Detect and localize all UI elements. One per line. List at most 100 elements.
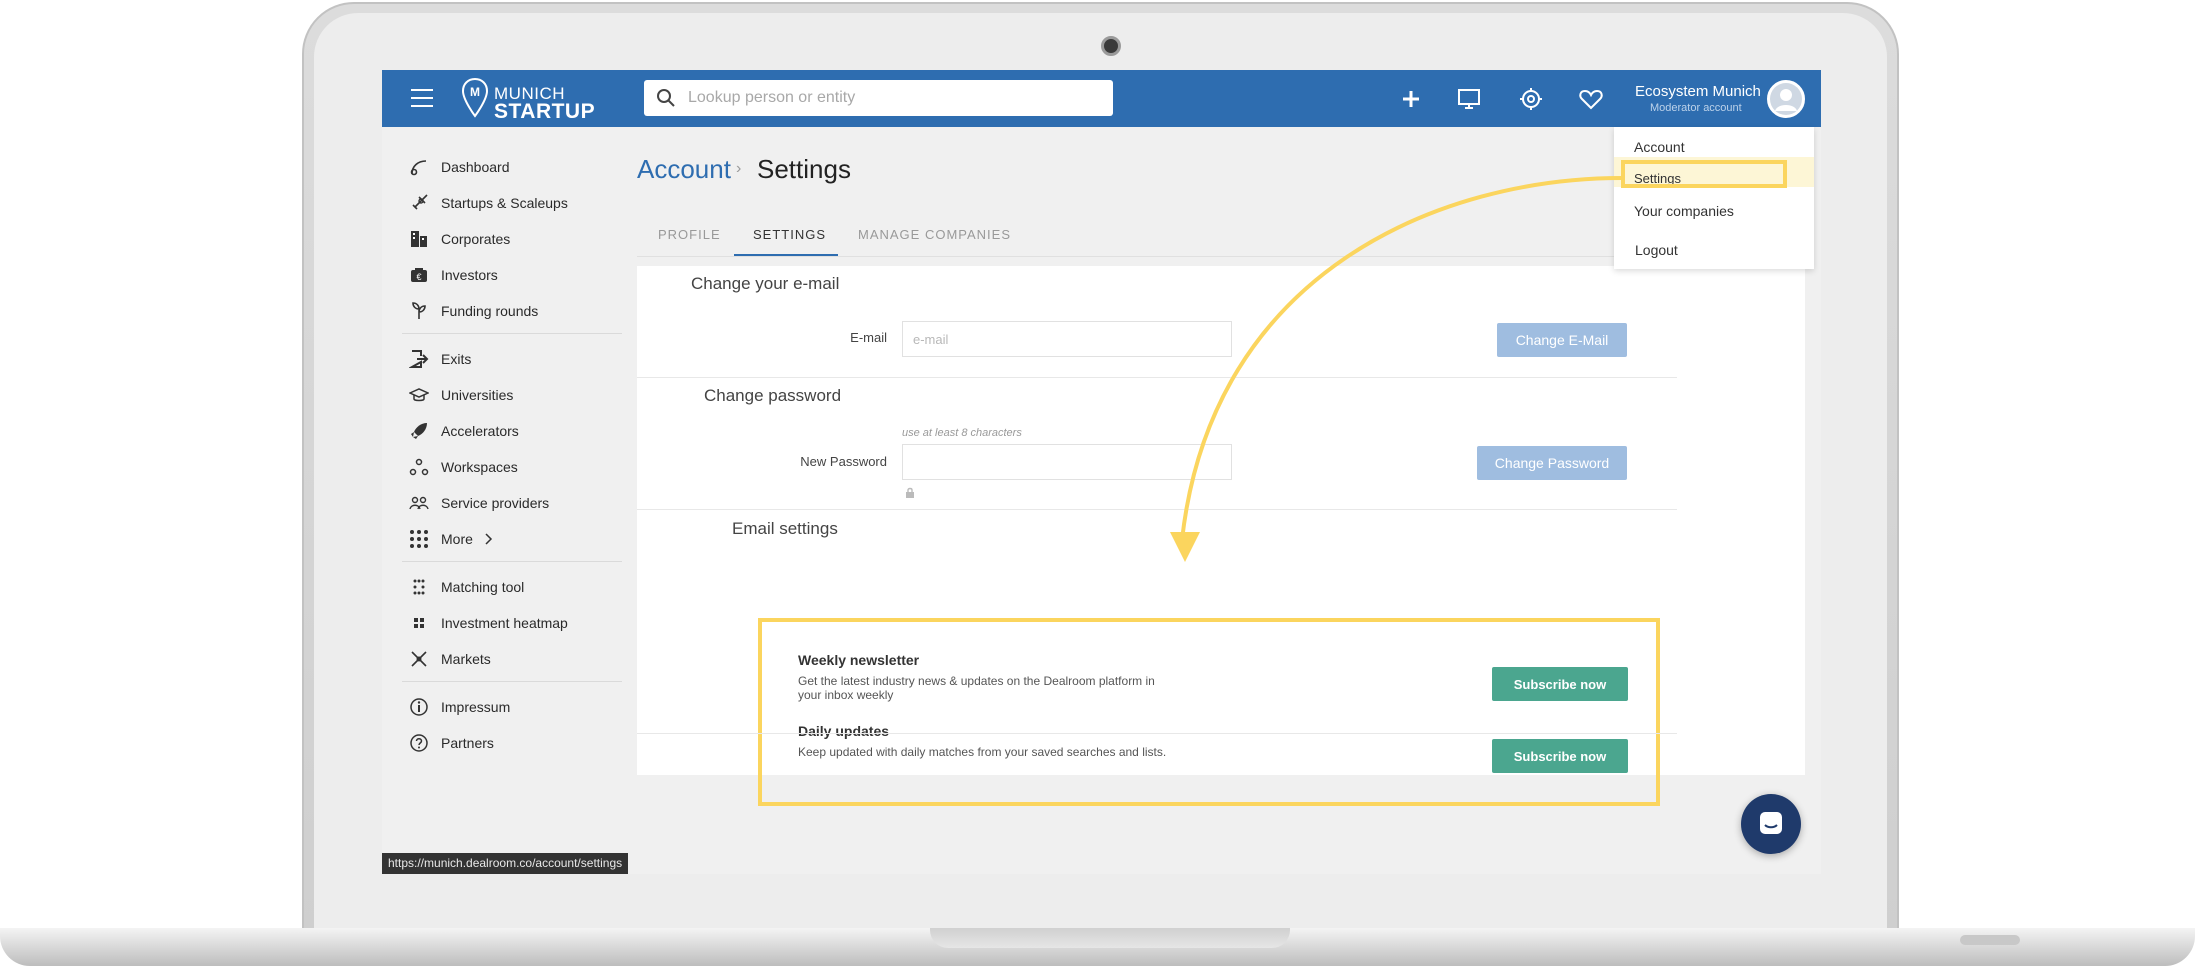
sidebar-item-funding-rounds[interactable]: Funding rounds <box>409 299 538 323</box>
sidebar: Dashboard Startups & Scaleups Corporates… <box>382 127 622 874</box>
sidebar-item-workspaces[interactable]: Workspaces <box>409 455 518 479</box>
network-icon <box>411 651 427 667</box>
newsletter-description: Get the latest industry news & updates o… <box>798 674 1155 702</box>
svg-text:€: € <box>416 272 421 282</box>
dropdown-item-your-companies[interactable]: Your companies <box>1634 203 1734 219</box>
lock-icon <box>906 487 914 498</box>
email-label: E-mail <box>850 330 887 345</box>
section-divider <box>637 377 1677 378</box>
sidebar-divider <box>402 681 622 682</box>
sidebar-item-more[interactable]: More <box>409 527 493 551</box>
sidebar-item-label: Startups & Scaleups <box>441 195 568 211</box>
sidebar-item-label: Markets <box>441 651 491 667</box>
settings-panel: Change your e-mail E-mail Change E-Mail … <box>637 266 1805 806</box>
daily-updates-description: Keep updated with daily matches from you… <box>798 745 1167 759</box>
sidebar-item-startups[interactable]: Startups & Scaleups <box>409 191 568 215</box>
sidebar-item-corporates[interactable]: Corporates <box>409 227 510 251</box>
rocket-icon <box>412 194 428 210</box>
sidebar-item-markets[interactable]: Markets <box>409 647 491 671</box>
sidebar-item-label: Partners <box>441 735 494 751</box>
app-logo[interactable]: M MUNICH STARTUP <box>462 76 602 123</box>
status-bar-url: https://munich.dealroom.co/account/setti… <box>382 853 629 874</box>
sidebar-item-accelerators[interactable]: Accelerators <box>409 419 519 443</box>
section-divider <box>637 509 1677 510</box>
sidebar-item-universities[interactable]: Universities <box>409 383 513 407</box>
exit-icon <box>409 350 429 368</box>
search-input[interactable] <box>688 86 1098 110</box>
search-box[interactable] <box>644 80 1113 116</box>
section-title-email: Change your e-mail <box>691 274 840 293</box>
top-bar: M MUNICH STARTUP Lookup person or entity… <box>382 70 1821 127</box>
sidebar-item-label: Workspaces <box>441 459 518 475</box>
settings-highlight-box <box>1621 160 1787 188</box>
change-password-button[interactable]: Change Password <box>1477 446 1627 480</box>
sidebar-item-investment-heatmap[interactable]: Investment heatmap <box>409 611 568 635</box>
sidebar-item-label: More <box>441 531 473 547</box>
sidebar-item-label: Service providers <box>441 495 550 511</box>
grid-dots-icon <box>410 530 428 548</box>
user-dropdown-menu: Account Settings Your companies Logout <box>1614 127 1814 269</box>
sidebar-item-label: Investors <box>441 267 498 283</box>
user-icon <box>1770 83 1802 115</box>
svg-text:M: M <box>470 85 480 99</box>
change-email-button[interactable]: Change E-Mail <box>1497 323 1627 357</box>
breadcrumb-separator: › <box>736 160 742 177</box>
sidebar-item-label: Matching tool <box>441 579 525 595</box>
laptop-base-foot <box>1960 935 2020 945</box>
chevron-right-icon <box>485 533 492 545</box>
sidebar-item-impressum[interactable]: Impressum <box>409 695 510 719</box>
plus-icon[interactable] <box>1398 86 1424 112</box>
rocket-launch-icon <box>411 423 427 439</box>
sidebar-divider <box>402 333 622 334</box>
tab-settings[interactable]: SETTINGS <box>753 227 826 242</box>
user-name[interactable]: Ecosystem Munich <box>1635 83 1761 100</box>
help-icon <box>410 734 428 752</box>
sidebar-item-partners[interactable]: Partners <box>409 731 494 755</box>
email-settings-highlight: Weekly newsletter Get the latest industr… <box>758 618 1660 806</box>
subscribe-daily-button[interactable]: Subscribe now <box>1492 739 1628 773</box>
sidebar-item-dashboard[interactable]: Dashboard <box>409 155 510 179</box>
email-field[interactable] <box>902 321 1232 357</box>
building-icon <box>411 231 427 247</box>
screenshot-stage: M MUNICH STARTUP Lookup person or entity… <box>0 0 2195 966</box>
sidebar-item-service-providers[interactable]: Service providers <box>409 491 549 515</box>
avatar[interactable] <box>1767 80 1805 118</box>
graduation-cap-icon <box>409 388 429 402</box>
password-hint: use at least 8 characters <box>902 427 1022 439</box>
laptop-base-notch <box>930 928 1290 948</box>
breadcrumb-account[interactable]: Account <box>637 154 731 185</box>
daily-updates-title: Daily updates <box>798 723 890 739</box>
info-icon <box>410 698 428 716</box>
sidebar-item-investors[interactable]: € Investors <box>409 263 498 287</box>
password-label: New Password <box>800 454 887 469</box>
password-field[interactable] <box>902 444 1232 480</box>
sidebar-item-label: Investment heatmap <box>441 615 568 631</box>
tab-manage-companies[interactable]: MANAGE COMPANIES <box>858 227 1011 242</box>
workspaces-icon <box>409 458 429 476</box>
dots-icon <box>413 579 425 595</box>
dashboard-icon <box>410 160 427 176</box>
sidebar-item-label: Exits <box>441 351 472 367</box>
tab-profile[interactable]: PROFILE <box>658 227 721 242</box>
sidebar-item-exits[interactable]: Exits <box>409 347 471 371</box>
target-icon[interactable] <box>1518 86 1544 112</box>
chat-icon <box>1760 812 1782 834</box>
heatmap-icon <box>414 618 424 628</box>
chat-button[interactable] <box>1741 794 1801 854</box>
sprout-icon <box>412 302 426 319</box>
monitor-icon[interactable] <box>1456 86 1482 112</box>
sidebar-item-label: Corporates <box>441 231 511 247</box>
page-title: Settings <box>757 154 851 184</box>
heart-icon[interactable] <box>1578 86 1604 112</box>
sidebar-item-label: Impressum <box>441 699 511 715</box>
dropdown-item-logout[interactable]: Logout <box>1635 242 1678 258</box>
subscribe-newsletter-button[interactable]: Subscribe now <box>1492 667 1628 701</box>
sidebar-item-label: Universities <box>441 387 514 403</box>
map-pin-icon: M <box>462 78 488 118</box>
logo-text-bottom: STARTUP <box>494 100 596 123</box>
camera-icon <box>1101 36 1121 56</box>
dropdown-item-account[interactable]: Account <box>1634 139 1685 155</box>
sidebar-item-matching-tool[interactable]: Matching tool <box>409 575 524 599</box>
menu-icon[interactable] <box>411 89 433 107</box>
sidebar-divider <box>402 561 622 562</box>
